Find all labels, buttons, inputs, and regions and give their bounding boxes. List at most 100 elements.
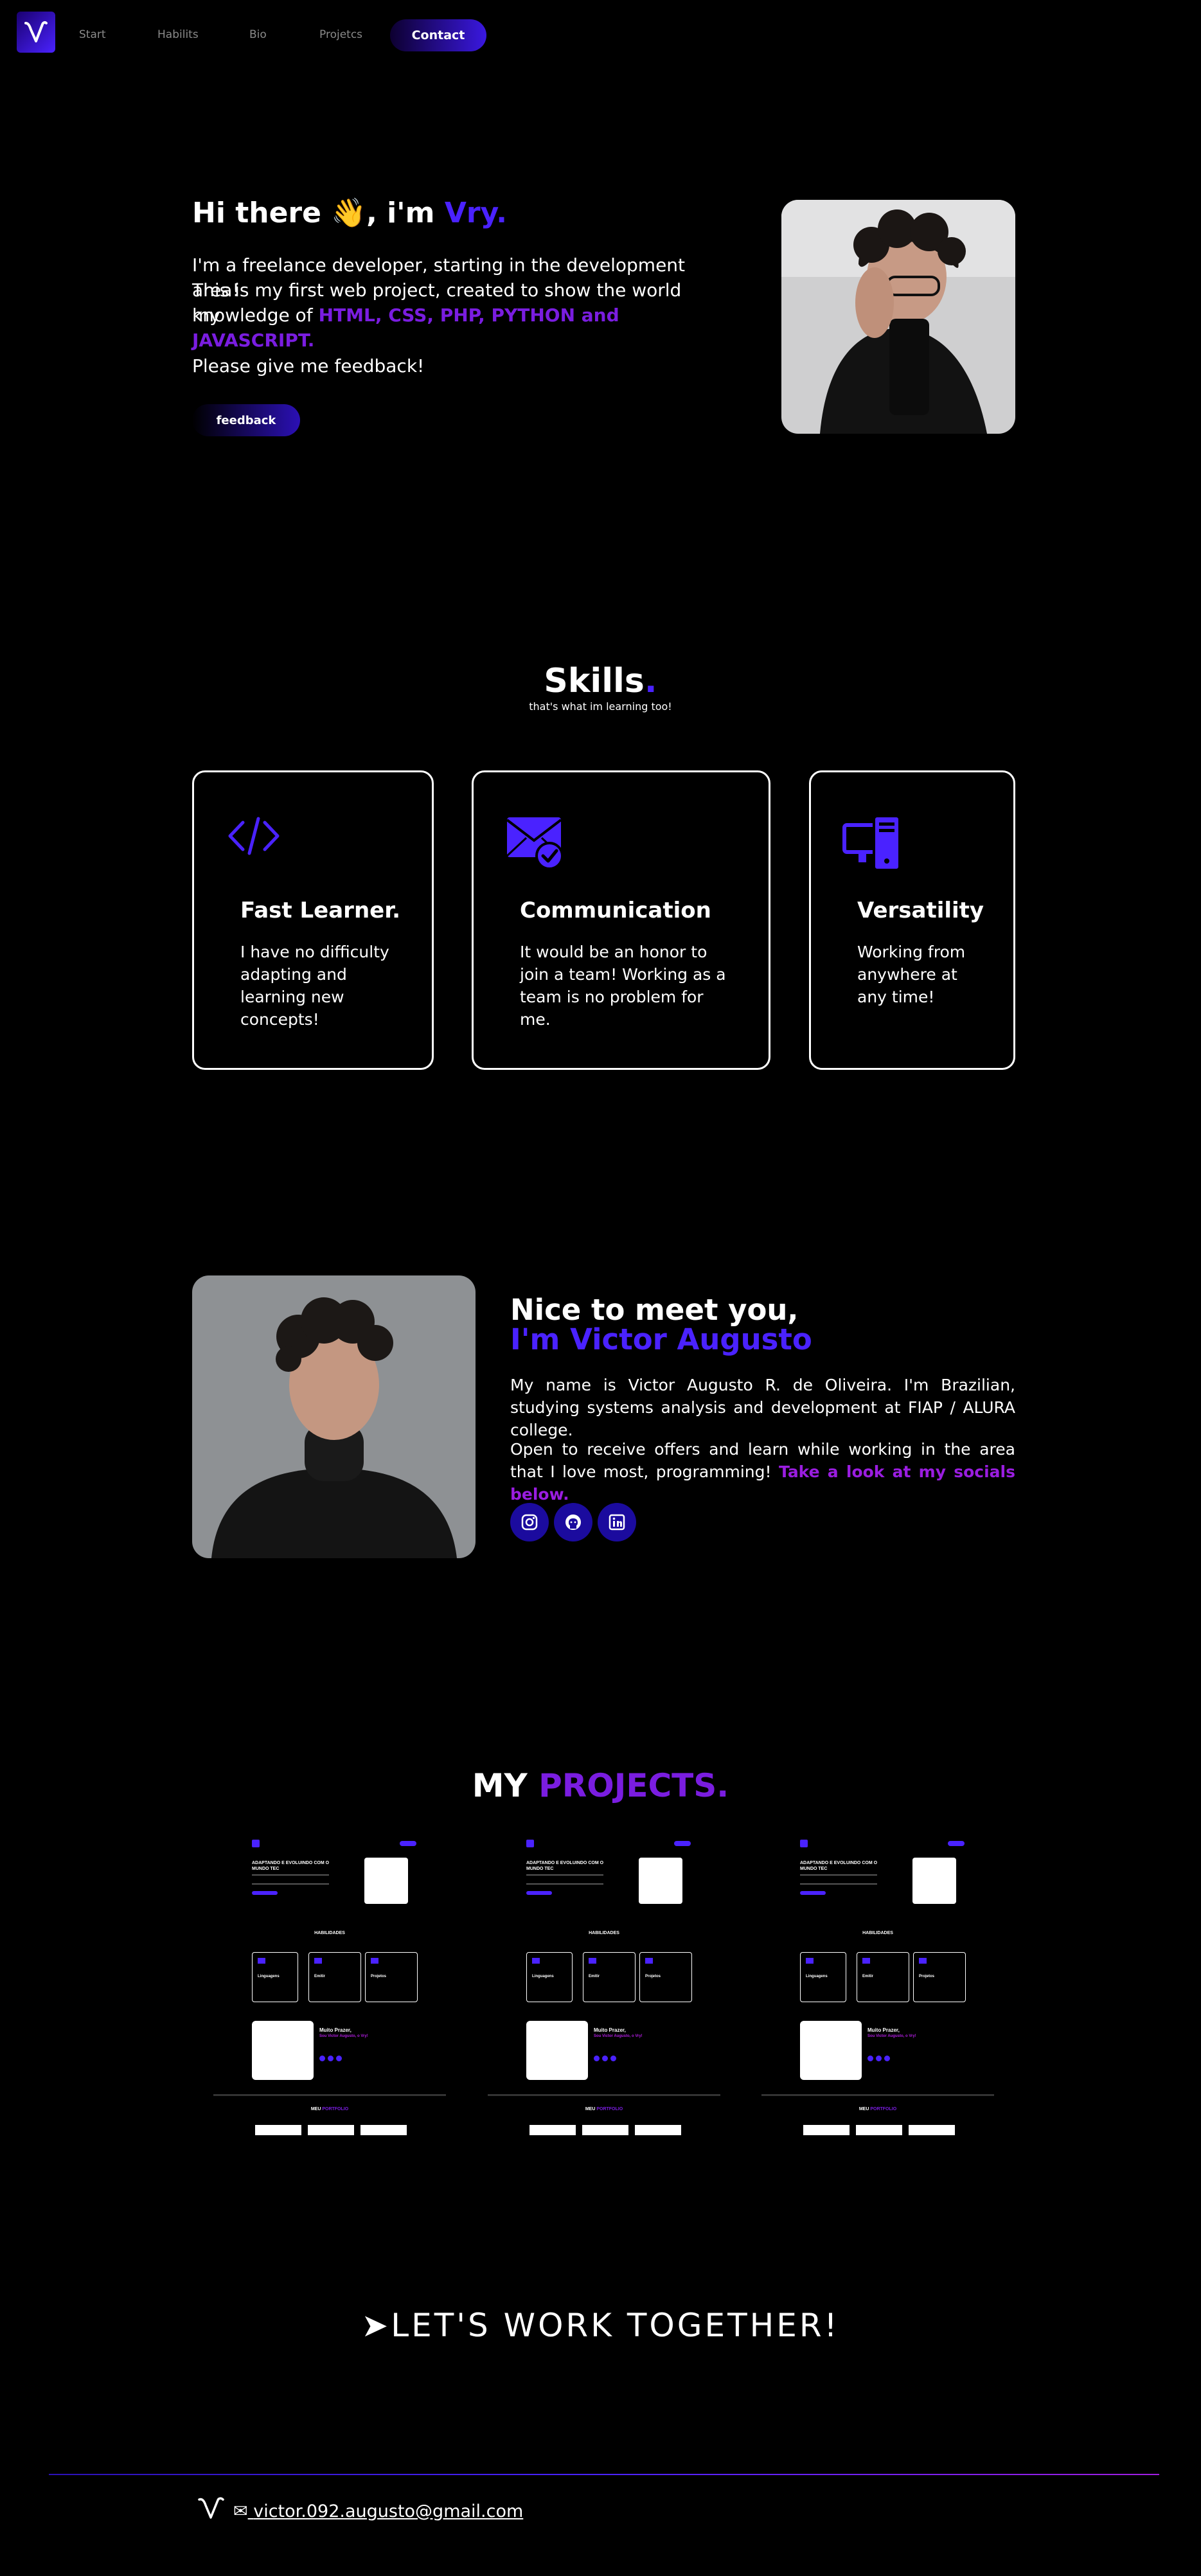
thumb-project-preview (803, 2125, 850, 2135)
skill-card-line: It would be an honor to (520, 943, 707, 961)
thumb-hero-title: ADAPTANDO E EVOLUINDO COM O MUNDO TEC (526, 1861, 604, 1871)
mail-check-icon (506, 817, 564, 870)
thumb-skill-card: Linguagens (800, 1952, 846, 2002)
thumb-skill-card: Emitir (583, 1952, 636, 2002)
thumb-logo (526, 1840, 534, 1847)
feedback-button[interactable]: feedback (192, 404, 300, 436)
thumb-skill-card: Projetos (639, 1952, 692, 2002)
thumb-skill-card: Projetos (365, 1952, 418, 2002)
thumb-hero-text (252, 1874, 329, 1885)
thumb-project-preview (255, 2125, 301, 2135)
skill-card-line: I have no difficulty (240, 943, 389, 961)
nav-start[interactable]: Start (79, 28, 106, 41)
thumb-hero-title: ADAPTANDO E EVOLUINDO COM O MUNDO TEC (800, 1861, 878, 1871)
thumb-skill-card-icon (806, 1958, 814, 1964)
github-icon (565, 1515, 581, 1530)
thumb-footer-title: MEU PORTFOLIO (761, 2107, 994, 2111)
thumb-skill-card-icon (919, 1958, 927, 1964)
thumb-contact-button (948, 1841, 965, 1846)
thumb-footer-title: MEU PORTFOLIO (213, 2107, 446, 2111)
hero-line-3: knowledge of HTML, CSS, PHP, PYTHON and … (192, 303, 706, 353)
projects-title-accent: PROJECTS. (538, 1767, 729, 1804)
thumb-skill-card-title: Emitir (862, 1975, 874, 1978)
thumb-project-preview (582, 2125, 628, 2135)
about-paragraph-2: Open to receive offers and learn while w… (510, 1438, 1015, 1506)
skill-card-line: team is no problem for (520, 988, 704, 1006)
thumb-skill-card-icon (371, 1958, 378, 1964)
logo-v-icon (198, 2497, 224, 2519)
thumb-footer-accent: PORTFOLIO (596, 2107, 623, 2111)
linkedin-button[interactable] (598, 1503, 636, 1541)
hero-feedback-text: Please give me feedback! (192, 355, 425, 377)
nav-projetcs[interactable]: Projetcs (319, 28, 362, 41)
project-card-1[interactable]: ADAPTANDO E EVOLUINDO COM O MUNDO TEC HAB… (213, 1834, 446, 2136)
skill-card-communication: Communication It would be an honor to jo… (472, 770, 770, 1070)
thumb-hero-text (800, 1874, 877, 1885)
thumb-social-dot (328, 2056, 334, 2061)
thumb-footer-title: MEU PORTFOLIO (488, 2107, 720, 2111)
skill-card-line: concepts! (240, 1010, 319, 1029)
thumb-logo (800, 1840, 808, 1847)
hero-line-3-prefix: knowledge of (192, 305, 313, 326)
thumb-skill-card: Linguagens (526, 1952, 573, 2002)
skill-card-line: learning new (240, 988, 344, 1006)
project-card-3[interactable]: ADAPTANDO E EVOLUINDO COM O MUNDO TEC HAB… (761, 1834, 994, 2136)
thumb-skill-card-icon (532, 1958, 540, 1964)
thumb-footer-accent: PORTFOLIO (870, 2107, 897, 2111)
instagram-button[interactable] (510, 1503, 549, 1541)
thumb-about-name: Sou Victor Augusto, o Vry! (594, 2034, 643, 2038)
thumb-skill-card-icon (314, 1958, 322, 1964)
logo-v-icon (24, 21, 48, 42)
instagram-icon (521, 1514, 538, 1531)
thumb-hero-button (252, 1891, 278, 1895)
thumb-hero-image (912, 1858, 956, 1904)
mail-icon: ✉ (233, 2501, 248, 2521)
skill-card-title: Fast Learner. (240, 898, 401, 923)
thumb-section-title: HABILIDADES (862, 1931, 893, 1935)
contact-button[interactable]: Contact (390, 19, 486, 51)
thumb-project-preview (856, 2125, 902, 2135)
thumb-skill-card-title: Projetos (645, 1975, 661, 1978)
thumb-logo (252, 1840, 260, 1847)
footer-email-link[interactable]: victor.092.augusto@gmail.com (253, 2501, 523, 2521)
skill-card-line: any time! (857, 988, 935, 1006)
skill-card-title: Versatility (857, 898, 984, 923)
thumb-hero-title: ADAPTANDO E EVOLUINDO COM O MUNDO TEC (252, 1861, 330, 1871)
nav-habilits[interactable]: Habilits (157, 28, 199, 41)
thumb-skill-card-icon (645, 1958, 653, 1964)
about-name-heading: I'm Victor Augusto (510, 1322, 812, 1356)
hero-name: Vry. (444, 197, 507, 229)
thumb-hero-text (526, 1874, 603, 1885)
project-card-2[interactable]: ADAPTANDO E EVOLUINDO COM O MUNDO TEC HAB… (488, 1834, 720, 2136)
skill-card-line: Working from (857, 943, 966, 961)
github-button[interactable] (554, 1503, 592, 1541)
projects-title-prefix: MY (472, 1767, 528, 1804)
logo[interactable] (17, 12, 55, 53)
thumb-skill-card: Emitir (308, 1952, 361, 2002)
thumb-footer-accent: PORTFOLIO (322, 2107, 349, 2111)
hero-photo (781, 200, 1015, 434)
thumb-about-name: Sou Victor Augusto, o Vry! (867, 2034, 916, 2038)
skill-card-text: It would be an honor to join a team! Wor… (520, 941, 726, 1031)
thumb-skill-card-icon (589, 1958, 596, 1964)
thumb-project-preview (529, 2125, 576, 2135)
skill-card-line: adapting and (240, 965, 347, 984)
footer-logo[interactable] (197, 2494, 226, 2525)
hero-greeting: Hi there 👋, i'm (192, 197, 435, 229)
hero-title: Hi there 👋, i'm Vry. (192, 196, 507, 229)
thumb-skill-card-title: Linguagens (532, 1975, 554, 1978)
thumb-skill-card-title: Linguagens (806, 1975, 828, 1978)
thumb-section-title: HABILIDADES (589, 1931, 619, 1935)
skill-card-text: I have no difficulty adapting and learni… (240, 941, 389, 1031)
thumb-about-title: Muito Prazer, (867, 2027, 900, 2033)
thumb-contact-button (674, 1841, 691, 1846)
nav-bio[interactable]: Bio (249, 28, 267, 41)
thumb-skill-card-title: Emitir (589, 1975, 600, 1978)
skills-title-text: Skills (544, 662, 645, 700)
thumb-project-preview (360, 2125, 407, 2135)
thumb-contact-button (400, 1841, 416, 1846)
skills-title-dot: . (644, 662, 657, 700)
skills-title: Skills. (0, 662, 1201, 700)
skill-card-line: join a team! Working as a (520, 965, 726, 984)
footer-email[interactable]: ✉ victor.092.augusto@gmail.com (233, 2501, 523, 2521)
